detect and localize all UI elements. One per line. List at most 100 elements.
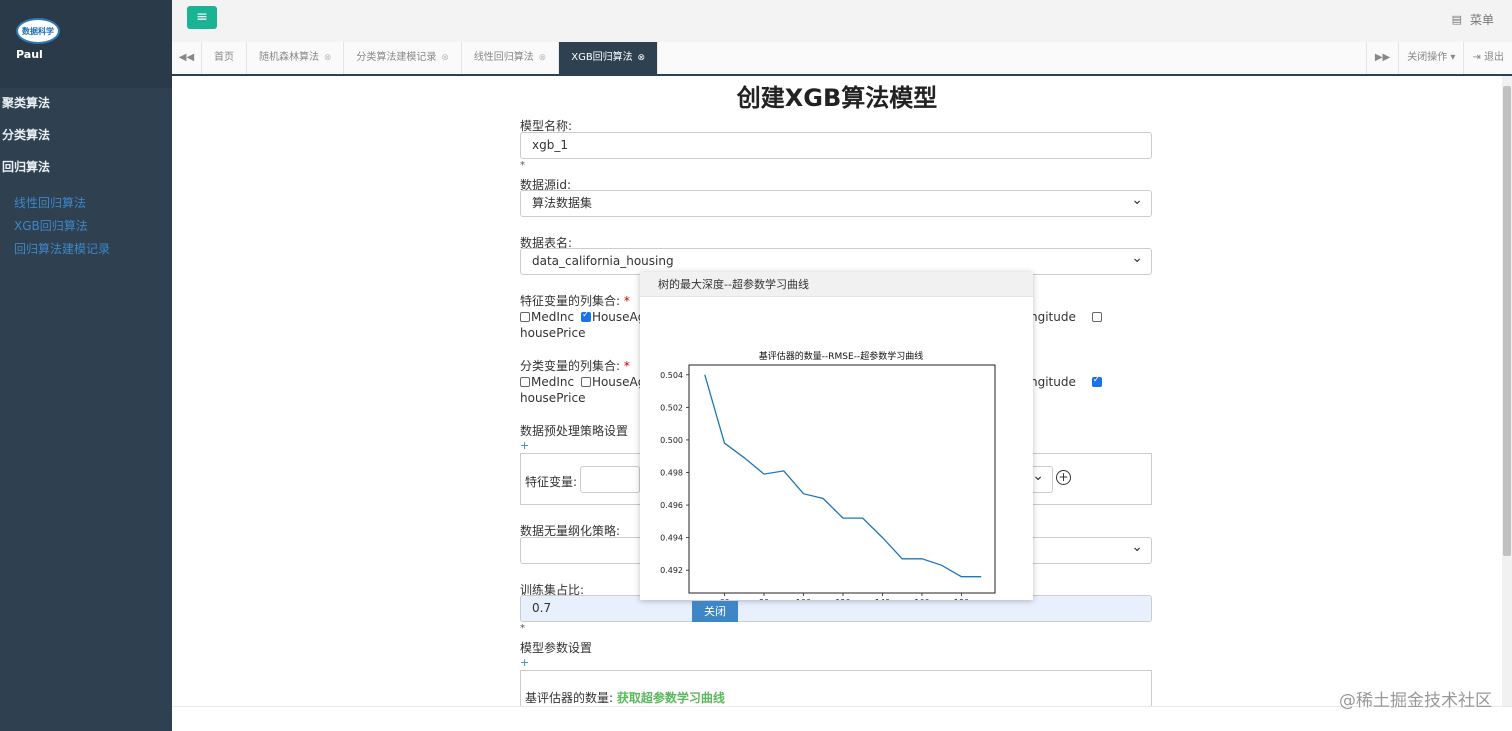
logo-text: 数据科学 (22, 26, 54, 36)
chart-title: 基评估器的数量--RMSE--超参数学习曲线 (759, 350, 923, 362)
menu-label: 菜单 (1469, 13, 1494, 27)
close-icon[interactable]: ⊗ (536, 53, 547, 63)
datasource-value: 算法数据集 (532, 196, 593, 210)
x-tick-label: 100 (796, 598, 811, 600)
category-cols-text: 分类变量的列集合: (520, 359, 621, 373)
required-star: * (623, 359, 630, 373)
y-tick-label: 0.502 (660, 403, 683, 412)
preprocess-label: 数据预处理策略设置 (520, 424, 629, 438)
get-curve-link[interactable]: 获取超参数学习曲线 (617, 691, 725, 705)
category-cols-row-right: ngitude (1030, 375, 1103, 389)
learning-curve-modal: 树的最大深度--超参数学习曲线 基评估器的数量--RMSE--超参数学习曲线 6… (640, 272, 1033, 600)
logout-icon: ⇥ (1472, 52, 1481, 63)
close-icon[interactable]: ⊗ (635, 53, 646, 63)
table-name-select[interactable]: data_california_housing (520, 246, 1152, 275)
feature-cols-text: 特征变量的列集合: (520, 294, 621, 308)
checkbox-houseprice[interactable] (1091, 375, 1102, 387)
tab-xgb-regression[interactable]: XGB回归算法 ⊗ (559, 42, 659, 74)
required-star: * (520, 623, 525, 634)
tab-scroll-left-button[interactable]: ◀◀ (172, 42, 202, 74)
sidebar: 数据科学 Paul 聚类算法 分类算法 回归算法 线性回归算法 XGB回归算法 … (0, 0, 172, 731)
model-params-label: 模型参数设置 (520, 641, 593, 655)
feature-cols-row-right: ngitude (1030, 310, 1103, 324)
add-param-link[interactable]: + (520, 656, 529, 669)
top-bar: ≡ ▤ 菜单 (172, 0, 1512, 42)
tab-classification-records[interactable]: 分类算法建模记录 ⊗ (344, 42, 462, 74)
y-tick-label: 0.494 (660, 534, 683, 543)
feature-var-label: 特征变量: (525, 475, 578, 489)
tab-label: XGB回归算法 (571, 52, 633, 63)
model-name-input[interactable]: xgb_1 (520, 132, 1152, 159)
close-icon[interactable]: ⊗ (321, 53, 332, 63)
checkbox-label: ngitude (1030, 375, 1076, 389)
x-tick-label: 80 (759, 598, 769, 600)
feature-cols-label: 特征变量的列集合: * (520, 292, 630, 309)
checkbox-houseage[interactable] (580, 377, 591, 387)
nav-classification[interactable]: 分类算法 (0, 120, 172, 152)
x-tick-label: 160 (914, 598, 929, 600)
house-price-label: housePrice (520, 326, 586, 340)
tab-home[interactable]: 首页 (202, 42, 247, 74)
close-operations-dropdown[interactable]: 关闭操作 ▾ (1398, 42, 1463, 74)
scrollbar-thumb[interactable] (1503, 86, 1511, 556)
add-row-icon[interactable]: + (1056, 470, 1071, 485)
y-tick-label: 0.498 (660, 468, 683, 477)
tab-scroll-right-button[interactable]: ▶▶ (1365, 42, 1398, 74)
list-icon: ▤ (1451, 13, 1462, 26)
modal-title: 树的最大深度--超参数学习曲线 (640, 272, 1033, 297)
tab-label: 随机森林算法 (259, 52, 319, 63)
nav-xgb-regression[interactable]: XGB回归算法 (0, 215, 172, 238)
top-menu[interactable]: ▤ 菜单 (1452, 11, 1494, 28)
house-price-label: housePrice (520, 391, 586, 405)
y-tick-label: 0.504 (660, 371, 683, 380)
checkbox-label: MedInc (531, 375, 575, 389)
required-star: * (623, 294, 630, 308)
nav-regression[interactable]: 回归算法 (0, 152, 172, 184)
y-tick-label: 0.500 (660, 436, 683, 445)
plot-frame (688, 364, 996, 594)
logo: 数据科学 (16, 18, 60, 44)
datasource-select[interactable]: 算法数据集 (520, 188, 1152, 217)
tab-label: 首页 (214, 52, 234, 63)
category-cols-label: 分类变量的列集合: * (520, 357, 630, 374)
feature-var-select[interactable] (580, 466, 640, 493)
feature-cols-row: MedInc HouseAge (520, 310, 653, 324)
modal-close-button[interactable]: 关闭 (692, 601, 738, 622)
y-tick-label: 0.492 (660, 566, 683, 575)
series-line (704, 374, 982, 578)
user-name[interactable]: Paul (16, 48, 172, 61)
x-tick-label: 120 (835, 598, 850, 600)
checkbox-medinc[interactable] (520, 312, 530, 322)
checkbox-label: ngitude (1030, 310, 1076, 324)
hamburger-menu-button[interactable]: ≡ (187, 6, 217, 29)
tab-actions: ▶▶ 关闭操作 ▾ ⇥ 退出 (1365, 42, 1512, 74)
x-tick-label: 180 (954, 598, 969, 600)
close-icon[interactable]: ⊗ (438, 53, 449, 63)
logout-button[interactable]: ⇥ 退出 (1463, 42, 1512, 74)
checkbox-houseage[interactable] (580, 310, 591, 322)
checkbox-houseprice[interactable] (1091, 312, 1102, 322)
add-preprocess-link[interactable]: + (520, 439, 529, 452)
y-tick-label: 0.496 (660, 501, 683, 510)
nav-linear-regression[interactable]: 线性回归算法 (0, 192, 172, 215)
close-ops-label: 关闭操作 (1407, 52, 1448, 63)
checkbox-label: MedInc (531, 310, 575, 324)
nav-regression-records[interactable]: 回归算法建模记录 (0, 238, 172, 261)
page-scrollbar[interactable] (1502, 76, 1512, 706)
estimators-label: 基评估器的数量: 获取超参数学习曲线 (525, 689, 725, 706)
x-tick-label: 140 (875, 598, 890, 600)
profile-area: 数据科学 Paul (0, 0, 172, 88)
checkbox-medinc[interactable] (520, 377, 530, 387)
tab-label: 线性回归算法 (473, 52, 534, 63)
tab-random-forest[interactable]: 随机森林算法 ⊗ (247, 42, 345, 74)
tab-bar: ◀◀ 首页 随机森林算法 ⊗ 分类算法建模记录 ⊗ 线性回归算法 ⊗ XGB回归… (172, 42, 1512, 76)
nav-clustering[interactable]: 聚类算法 (0, 88, 172, 120)
tab-linear-regression[interactable]: 线性回归算法 ⊗ (462, 42, 560, 74)
page-title: 创建XGB算法模型 (736, 84, 938, 112)
bottom-strip (172, 706, 1512, 731)
estimators-text: 基评估器的数量: (525, 691, 614, 705)
watermark: @稀土掘金技术社区 (1339, 691, 1492, 711)
table-name-value: data_california_housing (532, 254, 674, 268)
tab-label: 分类算法建模记录 (356, 52, 437, 63)
logout-label: 退出 (1484, 52, 1504, 63)
